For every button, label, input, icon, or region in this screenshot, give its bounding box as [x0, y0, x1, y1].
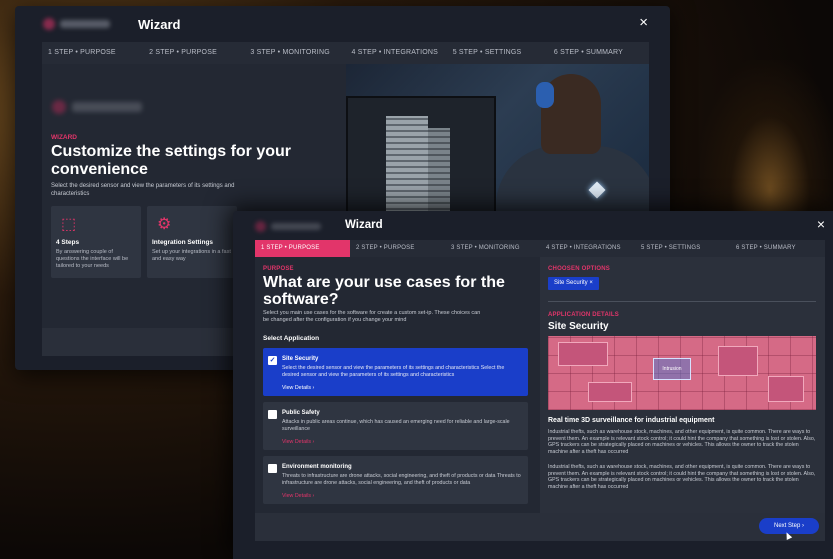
map-building [558, 342, 608, 366]
brand-logo [43, 17, 113, 31]
divider [548, 301, 816, 302]
site-map-image: Intrusion [548, 336, 816, 410]
page-title: What are your use cases for the software… [263, 274, 505, 308]
step-tab[interactable]: 3 STEP • MONITORING [244, 42, 345, 64]
feature-card-integrations[interactable]: ⚙ Integration Settings Set up your integ… [147, 206, 237, 278]
details-panel: CHOOSEN OPTIONS Site Security × APPLICAT… [540, 257, 825, 513]
card-text: Set up your integrations in a fast and e… [152, 249, 231, 262]
step-tab-purpose[interactable]: 1 STEP • PURPOSE [255, 240, 350, 257]
feature-card-steps[interactable]: ⬚ 4 Steps By answering couple of questio… [51, 206, 141, 278]
close-icon[interactable]: × [639, 14, 648, 31]
map-building [588, 382, 632, 402]
option-title: Environment monitoring [282, 464, 352, 470]
intrusion-zone: Intrusion [653, 358, 691, 380]
step-tab[interactable]: 4 STEP • INTEGRATIONS [540, 240, 635, 257]
page-description: Select you main use cases for the softwa… [263, 310, 481, 323]
headset-icon [536, 82, 554, 108]
purpose-panel: PURPOSE What are your use cases for the … [255, 257, 540, 513]
hero-image [346, 64, 649, 214]
footer-bar [255, 513, 825, 541]
step-tab[interactable]: 2 STEP • PURPOSE [143, 42, 244, 64]
view-details-link[interactable]: View Details › [282, 385, 314, 391]
page-title: Customize the settings for your convenie… [51, 143, 292, 178]
step-bar: 1 STEP • PURPOSE 2 STEP • PURPOSE 3 STEP… [255, 240, 825, 257]
step-tab[interactable]: 4 STEP • INTEGRATIONS [346, 42, 447, 64]
page-description: Select the desired sensor and view the p… [51, 183, 235, 197]
view-details-link[interactable]: View Details › [282, 493, 314, 499]
view-details-link[interactable]: View Details › [282, 439, 314, 445]
map-building [718, 346, 758, 376]
details-paragraph: Industrial thefts, such as warehouse sto… [548, 429, 816, 456]
option-public-safety[interactable]: Public Safety Attacks in public areas co… [263, 402, 528, 450]
building-model [428, 128, 450, 214]
step-tab[interactable]: 2 STEP • PURPOSE [350, 240, 445, 257]
kicker: WIZARD [51, 134, 77, 141]
option-text: Attacks in public areas continue, which … [282, 419, 510, 432]
option-site-security[interactable]: ✓ Site Security Select the desired senso… [263, 348, 528, 396]
card-title: 4 Steps [56, 239, 80, 246]
checkbox[interactable] [268, 464, 277, 473]
building-model [386, 116, 428, 214]
chosen-option-chip[interactable]: Site Security × [548, 277, 599, 290]
step-bar: 1 STEP • PURPOSE 2 STEP • PURPOSE 3 STEP… [42, 42, 649, 64]
brand-logo [255, 220, 325, 232]
option-text: Select the desired sensor and view the p… [282, 365, 505, 378]
details-subheading: Real time 3D surveillance for industrial… [548, 417, 715, 424]
option-title: Site Security [282, 356, 319, 362]
step-tab[interactable]: 5 STEP • SETTINGS [447, 42, 548, 64]
checkbox[interactable] [268, 410, 277, 419]
map-building [768, 376, 804, 402]
option-title: Public Safety [282, 410, 320, 416]
card-text: By answering couple of questions the int… [56, 249, 129, 269]
operator-figure [496, 146, 649, 214]
step-tab[interactable]: 5 STEP • SETTINGS [635, 240, 730, 257]
step-tab[interactable]: 6 STEP • SUMMARY [730, 240, 825, 257]
step-tab[interactable]: 1 STEP • PURPOSE [42, 42, 143, 64]
gear-icon: ⚙ [157, 216, 172, 233]
step-tab[interactable]: 6 STEP • SUMMARY [548, 42, 649, 64]
wizard-window-front: Wizard × 1 STEP • PURPOSE 2 STEP • PURPO… [233, 211, 833, 559]
step-tab[interactable]: 3 STEP • MONITORING [445, 240, 540, 257]
window-title: Wizard [138, 17, 181, 32]
brand-logo-large [52, 98, 152, 116]
kicker: APPLICATION DETAILS [548, 312, 619, 318]
option-environment-monitoring[interactable]: Environment monitoring Threats to infras… [263, 456, 528, 504]
checkbox-checked[interactable]: ✓ [268, 356, 277, 365]
option-text: Threats to infrastructure are drone atta… [282, 473, 521, 486]
card-title: Integration Settings [152, 239, 214, 246]
cursor-click-icon: ⬚ [61, 216, 77, 233]
kicker: PURPOSE [263, 266, 294, 272]
application-title: Site Security [548, 321, 609, 332]
section-label: Select Application [263, 335, 320, 342]
details-paragraph: Industrial thefts, such as warehouse sto… [548, 464, 816, 491]
kicker: CHOOSEN OPTIONS [548, 266, 611, 272]
titlebar: Wizard × [15, 6, 670, 42]
window-title: Wizard [345, 219, 383, 231]
close-icon[interactable]: × [817, 216, 825, 232]
